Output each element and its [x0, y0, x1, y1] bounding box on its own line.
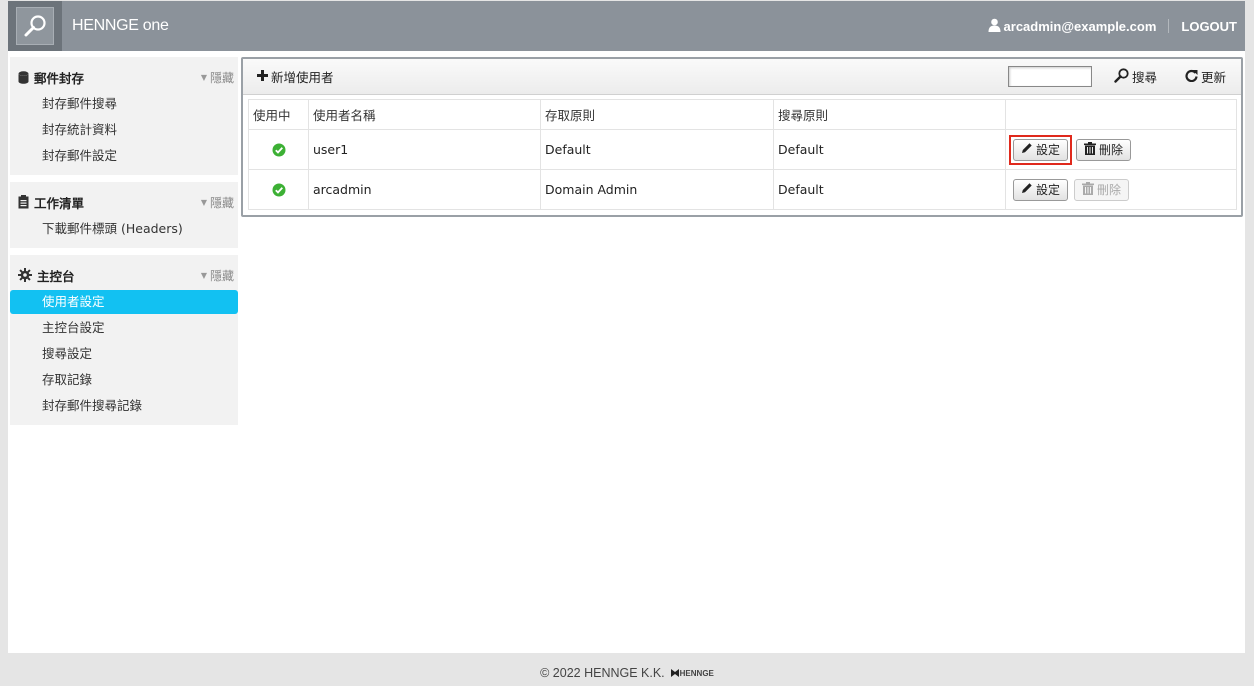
top-header: HENNGE one arcadmin@example.com LOGOUT	[8, 1, 1245, 51]
trash-icon	[1082, 181, 1094, 198]
triangle-down-icon: ▼	[200, 72, 207, 82]
actions-cell: 設定 刪除	[1005, 169, 1237, 210]
check-circle-icon	[272, 142, 286, 157]
col-active: 使用中	[248, 99, 309, 130]
col-actions	[1005, 99, 1237, 130]
sidebar-item-archive-stats[interactable]: 封存統計資料	[10, 117, 238, 143]
current-user-link[interactable]: arcadmin@example.com	[988, 18, 1157, 35]
sidebar-section-title: 主控台	[37, 268, 75, 284]
triangle-down-icon: ▼	[200, 270, 207, 280]
search-input[interactable]	[1007, 66, 1092, 87]
col-access-policy: 存取原則	[540, 99, 774, 130]
sidebar-item-archive-search-log[interactable]: 封存郵件搜尋記錄	[10, 393, 238, 419]
database-icon	[18, 70, 29, 84]
app-logo[interactable]	[8, 1, 62, 51]
sidebar-section-header: 工作清單 ▼ 隱藏	[10, 188, 238, 216]
table-row: arcadmin Domain Admin Default 設定 刪除	[248, 169, 1237, 210]
sidebar-section-tasks: 工作清單 ▼ 隱藏 下載郵件標頭 (Headers)	[10, 182, 238, 248]
gear-icon	[18, 268, 32, 282]
triangle-down-icon: ▼	[200, 197, 207, 207]
search-policy-cell: Default	[773, 129, 1006, 170]
users-table: 使用中 使用者名稱 存取原則 搜尋原則 user1 Default Defaul…	[248, 99, 1237, 210]
sidebar: 郵件封存 ▼ 隱藏 封存郵件搜尋 封存統計資料 封存郵件設定 工作清單 ▼ 隱藏…	[10, 57, 238, 432]
settings-button[interactable]: 設定	[1013, 178, 1069, 201]
user-icon	[988, 18, 1001, 35]
brand-name: HENNGE one	[72, 17, 169, 34]
access-policy-cell: Default	[540, 129, 774, 170]
sidebar-section-title: 工作清單	[34, 195, 85, 211]
clipboard-icon	[18, 195, 29, 209]
refresh-icon	[1185, 69, 1198, 85]
refresh-button[interactable]: 更新	[1185, 67, 1226, 86]
sidebar-section-header: 郵件封存 ▼ 隱藏	[10, 63, 238, 91]
add-user-button[interactable]: 新增使用者	[257, 67, 334, 86]
sidebar-item-archive-settings[interactable]: 封存郵件設定	[10, 143, 238, 169]
trash-icon	[1084, 141, 1096, 158]
pencil-icon	[1021, 142, 1033, 157]
footer: © 2022 HENNGE K.K. HENNGE	[0, 666, 1254, 680]
access-policy-cell: Domain Admin	[540, 169, 774, 210]
sidebar-item-search-settings[interactable]: 搜尋設定	[10, 341, 238, 367]
copyright-text: © 2022 HENNGE K.K.	[540, 666, 665, 680]
hide-toggle[interactable]: ▼ 隱藏	[201, 69, 234, 86]
pencil-icon	[1021, 182, 1033, 197]
table-header-row: 使用中 使用者名稱 存取原則 搜尋原則	[248, 99, 1237, 130]
user-email: arcadmin@example.com	[1003, 18, 1157, 34]
search-icon	[1114, 67, 1129, 86]
active-cell	[248, 169, 309, 210]
table-row: user1 Default Default 設定 刪除	[248, 129, 1237, 170]
username-cell: arcadmin	[308, 169, 541, 210]
check-circle-icon	[272, 182, 286, 197]
magnifier-icon	[16, 7, 54, 45]
username-cell: user1	[308, 129, 541, 170]
main-area: 郵件封存 ▼ 隱藏 封存郵件搜尋 封存統計資料 封存郵件設定 工作清單 ▼ 隱藏…	[8, 51, 1245, 653]
active-cell	[248, 129, 309, 170]
search-policy-cell: Default	[773, 169, 1006, 210]
highlight-box: 設定	[1009, 134, 1073, 165]
sidebar-item-access-log[interactable]: 存取記錄	[10, 367, 238, 393]
logout-link[interactable]: LOGOUT	[1181, 19, 1237, 34]
actions-cell: 設定 刪除	[1005, 129, 1237, 170]
delete-button[interactable]: 刪除	[1076, 138, 1132, 161]
footer-logo: HENNGE	[670, 669, 714, 678]
hide-toggle[interactable]: ▼ 隱藏	[201, 267, 234, 284]
header-divider	[1168, 19, 1170, 33]
sidebar-section-header: 主控台 ▼ 隱藏	[10, 261, 238, 289]
toolbar: 新增使用者 搜尋 更新	[243, 59, 1241, 95]
sidebar-section-archive: 郵件封存 ▼ 隱藏 封存郵件搜尋 封存統計資料 封存郵件設定	[10, 57, 238, 175]
sidebar-section-title: 郵件封存	[34, 70, 85, 86]
search-button[interactable]: 搜尋	[1114, 67, 1157, 86]
settings-button[interactable]: 設定	[1013, 138, 1069, 161]
users-panel: 新增使用者 搜尋 更新 使用中 使用者名稱 存取原則 搜尋原則 user1 De…	[241, 57, 1243, 217]
delete-button-disabled: 刪除	[1074, 178, 1130, 201]
hide-toggle[interactable]: ▼ 隱藏	[201, 194, 234, 211]
sidebar-item-download-headers[interactable]: 下載郵件標頭 (Headers)	[10, 216, 238, 242]
sidebar-item-archive-search[interactable]: 封存郵件搜尋	[10, 91, 238, 117]
plus-icon	[257, 69, 268, 84]
col-search-policy: 搜尋原則	[773, 99, 1006, 130]
sidebar-item-user-settings[interactable]: 使用者設定	[10, 290, 238, 314]
sidebar-section-console: 主控台 ▼ 隱藏 使用者設定 主控台設定 搜尋設定 存取記錄 封存郵件搜尋記錄	[10, 255, 238, 425]
col-username: 使用者名稱	[308, 99, 541, 130]
sidebar-item-console-settings[interactable]: 主控台設定	[10, 315, 238, 341]
henngie-mark-icon	[670, 669, 679, 677]
